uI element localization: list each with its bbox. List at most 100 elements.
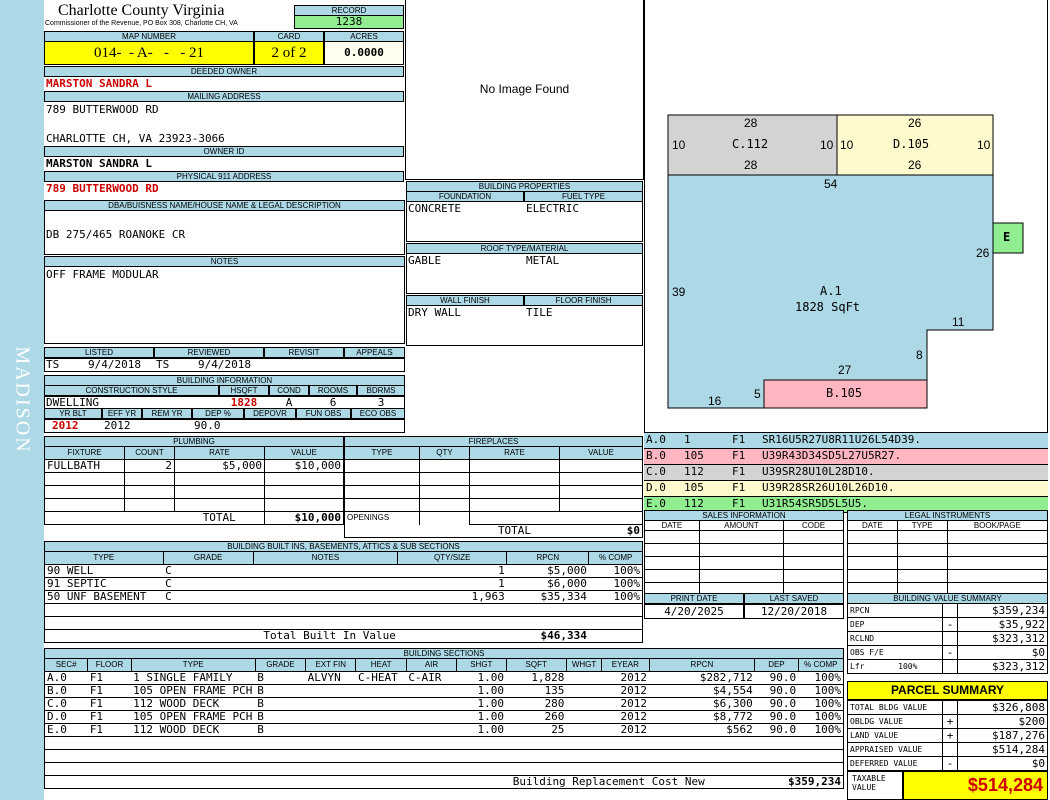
sections-cell bbox=[566, 762, 602, 776]
parcel-summary-row-label: LAND VALUE bbox=[847, 728, 943, 743]
commissioner-subtitle: Commissioner of the Revenue, PO Box 308,… bbox=[45, 20, 238, 27]
sections-cell: ALVYN bbox=[305, 671, 356, 685]
sections-cell: 2012 bbox=[601, 671, 650, 685]
table-row bbox=[344, 498, 643, 512]
remyr-label: REM YR bbox=[142, 408, 192, 419]
sections-cell bbox=[798, 749, 844, 763]
sections-cell bbox=[566, 736, 602, 750]
sections-cell: A.0 bbox=[44, 671, 88, 685]
fireplace-value-header: VALUE bbox=[559, 446, 643, 460]
table-row: DEFERRED VALUE - $0 bbox=[847, 756, 1048, 771]
rooms-label: ROOMS bbox=[309, 385, 357, 396]
sections-cell: 90.0 bbox=[754, 671, 799, 685]
table-row: 90 WELL C 1 $5,000 100% bbox=[44, 564, 643, 578]
effyr-value: 2012 bbox=[104, 419, 131, 432]
sections-cell: 1.00 bbox=[456, 697, 507, 711]
sections-cell: 90.0 bbox=[754, 684, 799, 698]
sketch-code-row: B.0 105 F1 U39R43D34SD5L27U5R27. bbox=[644, 449, 1048, 465]
plumbing-total-row: TOTAL $10,000 bbox=[44, 511, 344, 525]
value-summary-row-value: $359,234 bbox=[957, 603, 1048, 618]
sections-cell: $6,300 bbox=[649, 697, 755, 711]
sections-cell: 112 WOOD DECK bbox=[131, 723, 256, 737]
builtins-cell bbox=[397, 616, 507, 630]
fireplace-openings-label: OPENINGS bbox=[344, 511, 420, 525]
map-number-value: 014- - A- - - 21 bbox=[44, 41, 254, 65]
fireplaces-table-area: TYPE QTY RATE VALUE OPENINGS TOTAL $0 bbox=[344, 446, 643, 539]
sections-header-cell: SHGT bbox=[456, 658, 507, 672]
value-summary-table: RPCN $359,234 DEP - $35,922 RCLND $323,312 OBS … bbox=[847, 603, 1048, 674]
sections-cell bbox=[456, 762, 507, 776]
builtins-cell bbox=[506, 603, 589, 617]
sections-cell: B bbox=[255, 723, 306, 737]
legal-header-cell: BOOK/PAGE bbox=[946, 520, 1049, 531]
sketch-code-code: 105 bbox=[684, 449, 704, 462]
sections-cell: B bbox=[255, 710, 306, 724]
reviewed-by: TS bbox=[156, 358, 170, 371]
sections-total-value: $359,234 bbox=[788, 775, 841, 788]
table-row bbox=[847, 530, 1049, 544]
sales-header-cell: AMOUNT bbox=[698, 520, 785, 531]
sections-cell bbox=[131, 736, 256, 750]
effyr-label: EFF YR bbox=[102, 408, 142, 419]
table-row: LAND VALUE + $187,276 bbox=[847, 728, 1048, 743]
sections-header-cell: EXT FIN bbox=[305, 658, 357, 672]
sketch-code-vector: U39SR28U10L28D10. bbox=[762, 465, 875, 478]
sections-total-label: Building Replacement Cost New bbox=[512, 775, 705, 788]
sections-cell: 1.00 bbox=[456, 671, 507, 685]
builtins-cell: 91 SEPTIC bbox=[44, 577, 164, 591]
sections-cell: F1 bbox=[87, 697, 132, 711]
sales-header-cell: DATE bbox=[644, 520, 700, 531]
sections-cell: 280 bbox=[506, 697, 567, 711]
plumbing-total-label: TOTAL bbox=[174, 511, 265, 525]
sales-header-cell: CODE bbox=[783, 520, 844, 531]
sections-cell bbox=[305, 723, 356, 737]
sections-cell bbox=[406, 736, 457, 750]
parcel-summary-area: TOTAL BLDG VALUE $326,808 OBLDG VALUE + $200… bbox=[847, 700, 1048, 771]
sections-cell bbox=[649, 749, 755, 763]
print-date-value: 4/20/2025 bbox=[644, 604, 744, 619]
parcel-summary-label: PARCEL SUMMARY bbox=[847, 681, 1048, 700]
sections-cell bbox=[566, 749, 602, 763]
fireplace-rate-header: RATE bbox=[469, 446, 560, 460]
sketch-d-bottom: 26 bbox=[908, 158, 922, 172]
sections-cell bbox=[566, 684, 602, 698]
sections-cell bbox=[406, 723, 457, 737]
sections-cell: 2012 bbox=[601, 710, 650, 724]
sketch-code-row: A.0 1 F1 SR16U5R27U8R11U26L54D39. bbox=[644, 433, 1048, 449]
builtins-header-cell: % COMP bbox=[588, 551, 643, 565]
sketch-e-name: E bbox=[1003, 230, 1011, 244]
builtins-header-cell: GRADE bbox=[162, 551, 254, 565]
table-row bbox=[44, 736, 844, 750]
value-summary-row-sign bbox=[942, 659, 958, 674]
floor-finish-value: TILE bbox=[526, 306, 553, 319]
table-row bbox=[44, 749, 844, 763]
sections-cell: 100% bbox=[798, 697, 844, 711]
parcel-summary-row-value: $200 bbox=[957, 714, 1048, 729]
sections-cell: 112 WOOD DECK bbox=[131, 697, 256, 711]
sections-cell: $282,712 bbox=[649, 671, 755, 685]
table-row: Lfr 100% $323,312 bbox=[847, 659, 1048, 674]
sections-cell: F1 bbox=[87, 684, 132, 698]
value-summary-row-sign bbox=[942, 603, 958, 618]
sections-cell bbox=[131, 762, 256, 776]
table-row: RPCN $359,234 bbox=[847, 603, 1048, 618]
table-row bbox=[44, 603, 643, 617]
revisit-label: REVISIT bbox=[264, 347, 344, 358]
plumbing-header-row: FIXTURE COUNT RATE VALUE bbox=[44, 446, 344, 460]
owner-id-label: OWNER ID bbox=[44, 146, 404, 157]
cond-label: COND bbox=[269, 385, 309, 396]
value-summary-row-value: $323,312 bbox=[957, 659, 1048, 674]
builtins-cell bbox=[163, 616, 254, 630]
sections-cell: 105 OPEN FRAME PCH bbox=[131, 684, 256, 698]
builtins-cell bbox=[253, 603, 398, 617]
sketch-code-sec: D.0 bbox=[646, 481, 666, 494]
sections-cell bbox=[44, 749, 88, 763]
sketch-code-vector: U39R43D34SD5L27U5R27. bbox=[762, 449, 902, 462]
funobs-label: FUN OBS bbox=[296, 408, 351, 419]
sections-cell: 1.00 bbox=[456, 723, 507, 737]
physical-address-label: PHYSICAL 911 ADDRESS bbox=[44, 171, 404, 182]
sketch-code-sec: B.0 bbox=[646, 449, 666, 462]
sketch-c-top: 28 bbox=[744, 116, 758, 130]
table-row: OBS F/E - $0 bbox=[847, 645, 1048, 660]
sections-cell: F1 bbox=[87, 671, 132, 685]
